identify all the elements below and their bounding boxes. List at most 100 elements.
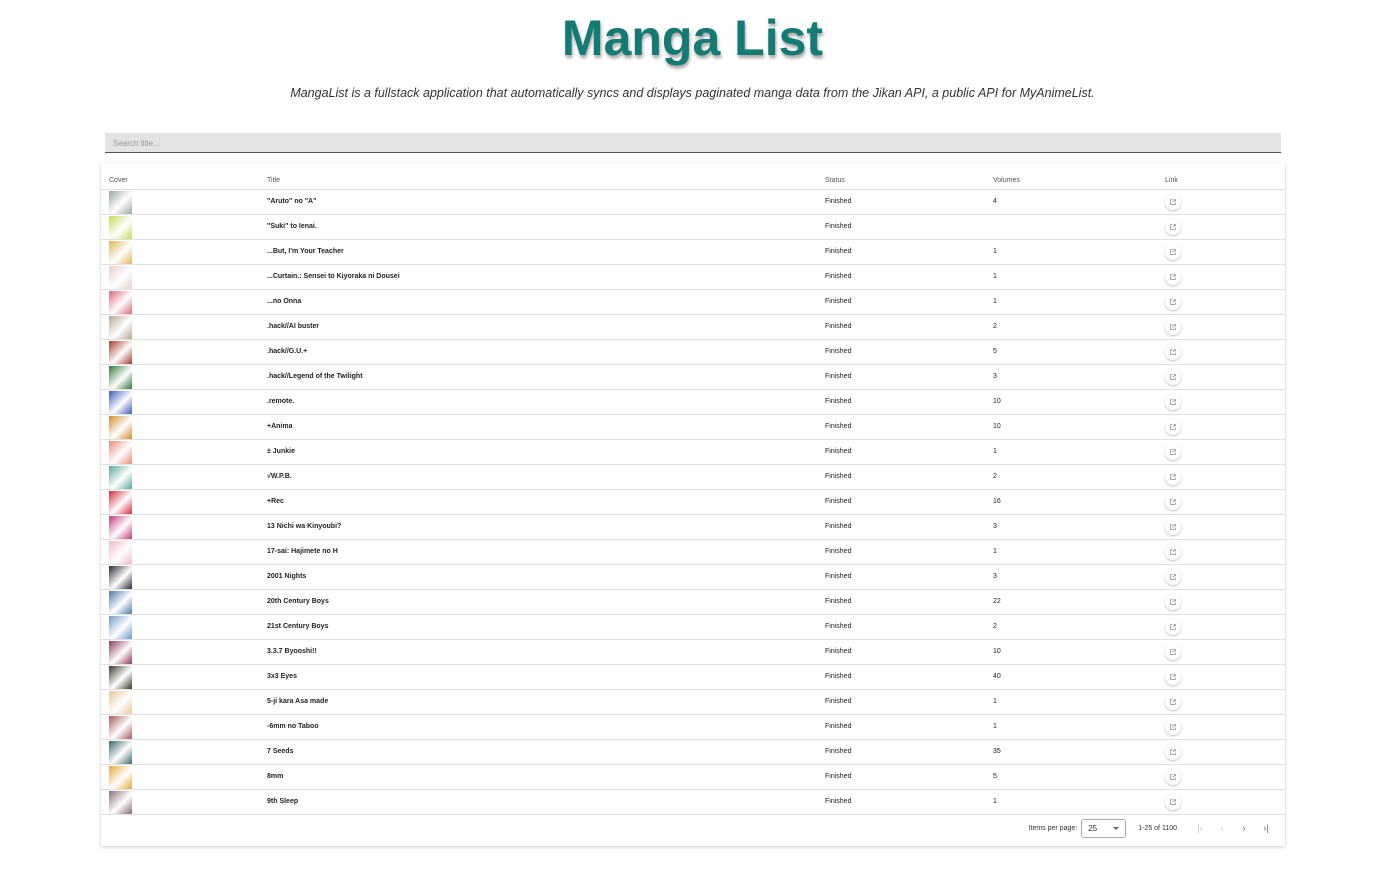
table-row: 3x3 Eyes Finished 40 — [101, 664, 1285, 690]
first-page-icon[interactable]: |‹ — [1189, 823, 1211, 833]
table-row: 13 Nichi wa Kinyoubi? Finished 3 — [101, 514, 1285, 540]
title-cell: ± Junkie — [259, 439, 817, 465]
external-link-icon — [1170, 773, 1176, 780]
volumes-cell: 1 — [985, 289, 1157, 315]
title-cell: "Suki" to Ienai. — [259, 214, 817, 240]
external-link-button[interactable] — [1165, 743, 1181, 760]
external-link-button[interactable] — [1165, 493, 1181, 510]
table-row: 20th Century Boys Finished 22 — [101, 589, 1285, 615]
status-cell: Finished — [817, 289, 985, 315]
external-link-button[interactable] — [1165, 193, 1181, 210]
link-cell — [1157, 739, 1285, 765]
volumes-cell: 2 — [985, 314, 1157, 340]
link-cell — [1157, 714, 1285, 740]
external-link-icon — [1170, 798, 1176, 805]
status-cell: Finished — [817, 514, 985, 540]
manga-table: Cover Title Status Volumes Link "Aruto" … — [101, 163, 1285, 815]
external-link-button[interactable] — [1165, 318, 1181, 335]
external-link-button[interactable] — [1165, 643, 1181, 660]
cover-image — [109, 590, 132, 613]
title-cell: 7 Seeds — [259, 739, 817, 765]
volumes-cell: 5 — [985, 339, 1157, 365]
column-header-title: Title — [259, 163, 817, 190]
external-link-button[interactable] — [1165, 343, 1181, 360]
link-cell — [1157, 464, 1285, 490]
cover-image — [109, 565, 132, 588]
external-link-icon — [1170, 323, 1176, 330]
table-row: ...Curtain.: Sensei to Kiyoraka ni Douse… — [101, 264, 1285, 290]
external-link-button[interactable] — [1165, 443, 1181, 460]
table-row: √W.P.B. Finished 2 — [101, 464, 1285, 490]
external-link-icon — [1170, 248, 1176, 255]
external-link-button[interactable] — [1165, 668, 1181, 685]
cover-image — [109, 640, 132, 663]
external-link-button[interactable] — [1165, 293, 1181, 310]
link-cell — [1157, 664, 1285, 690]
table-row: 17-sai: Hajimete no H Finished 1 — [101, 539, 1285, 565]
title-cell: +Anima — [259, 414, 817, 440]
external-link-icon — [1170, 198, 1176, 205]
page-title: Manga List — [561, 10, 824, 66]
status-cell: Finished — [817, 589, 985, 615]
link-cell — [1157, 439, 1285, 465]
external-link-button[interactable] — [1165, 543, 1181, 560]
external-link-button[interactable] — [1165, 618, 1181, 635]
table-row: 9th Sleep Finished 1 — [101, 789, 1285, 815]
external-link-icon — [1170, 548, 1176, 555]
cover-image — [109, 515, 132, 538]
status-cell: Finished — [817, 764, 985, 790]
chevron-left-icon[interactable]: ‹ — [1211, 823, 1233, 833]
title-cell: 3.3.7 Byooshi!! — [259, 639, 817, 665]
status-cell: Finished — [817, 364, 985, 390]
status-cell: Finished — [817, 564, 985, 590]
search-input[interactable] — [105, 134, 1281, 153]
table-header-row: Cover Title Status Volumes Link — [101, 163, 1285, 190]
paginator: Items per page: 25 1-25 of 1100 |‹ ‹ › ›… — [1029, 818, 1277, 838]
cover-image — [109, 740, 132, 763]
external-link-button[interactable] — [1165, 693, 1181, 710]
cover-cell — [101, 514, 259, 540]
external-link-button[interactable] — [1165, 518, 1181, 535]
external-link-button[interactable] — [1165, 393, 1181, 410]
external-link-button[interactable] — [1165, 793, 1181, 810]
volumes-cell: 35 — [985, 739, 1157, 765]
table-row: 7 Seeds Finished 35 — [101, 739, 1285, 765]
external-link-icon — [1170, 698, 1176, 705]
volumes-cell: 1 — [985, 789, 1157, 815]
table-row: ...no Onna Finished 1 — [101, 289, 1285, 315]
status-cell: Finished — [817, 789, 985, 815]
title-cell: .hack//G.U.+ — [259, 339, 817, 365]
title-cell: .hack//AI buster — [259, 314, 817, 340]
external-link-button[interactable] — [1165, 368, 1181, 385]
external-link-icon — [1170, 273, 1176, 280]
title-cell: ...Curtain.: Sensei to Kiyoraka ni Douse… — [259, 264, 817, 290]
cover-cell — [101, 364, 259, 390]
external-link-button[interactable] — [1165, 468, 1181, 485]
cover-cell — [101, 714, 259, 740]
table-row: 3.3.7 Byooshi!! Finished 10 — [101, 639, 1285, 665]
external-link-button[interactable] — [1165, 218, 1181, 235]
volumes-cell: 16 — [985, 489, 1157, 515]
status-cell: Finished — [817, 714, 985, 740]
external-link-button[interactable] — [1165, 568, 1181, 585]
cover-cell — [101, 439, 259, 465]
volumes-cell: 10 — [985, 414, 1157, 440]
chevron-right-icon[interactable]: › — [1233, 823, 1255, 833]
page-range-label: 1-25 of 1100 — [1138, 824, 1177, 832]
external-link-button[interactable] — [1165, 718, 1181, 735]
external-link-button[interactable] — [1165, 268, 1181, 285]
external-link-button[interactable] — [1165, 418, 1181, 435]
external-link-button[interactable] — [1165, 768, 1181, 785]
external-link-button[interactable] — [1165, 243, 1181, 260]
items-per-page-select[interactable]: 25 — [1081, 818, 1127, 838]
cover-cell — [101, 539, 259, 565]
last-page-icon[interactable]: ›| — [1255, 823, 1277, 833]
link-cell — [1157, 189, 1285, 215]
volumes-cell: 40 — [985, 664, 1157, 690]
cover-cell — [101, 739, 259, 765]
cover-cell — [101, 764, 259, 790]
cover-cell — [101, 189, 259, 215]
external-link-button[interactable] — [1165, 593, 1181, 610]
cover-cell — [101, 639, 259, 665]
cover-image — [109, 290, 132, 313]
